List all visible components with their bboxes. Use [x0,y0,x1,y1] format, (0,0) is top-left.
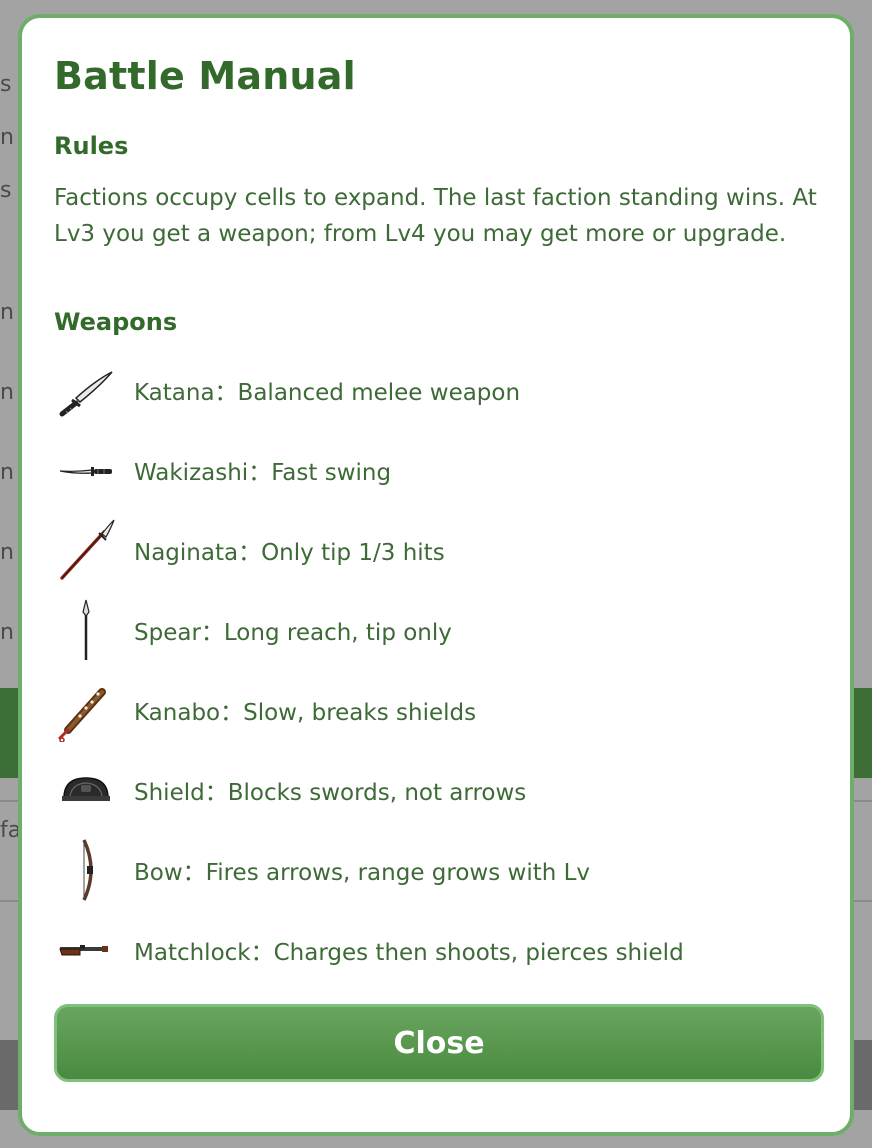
weapon-description: Spear：Long reach, tip only [134,620,452,646]
weapon-description: Katana：Balanced melee weapon [134,380,521,406]
background-text-fragment: s [0,178,12,203]
rules-heading: Rules [54,132,129,160]
background-text-fragment: n [0,380,14,405]
weapon-item-shield: Shield：Blocks swords, not arrows [54,750,824,830]
weapon-description: Matchlock：Charges then shoots, pierces s… [134,940,684,966]
wakizashi-icon [54,438,118,502]
background-text-fragment: n [0,125,14,150]
weapon-description: Shield：Blocks swords, not arrows [134,780,527,806]
weapon-description: Bow：Fires arrows, range grows with Lv [134,860,591,886]
background-text-fragment: s [0,72,12,97]
close-button[interactable]: Close [54,1004,824,1082]
kanabo-icon [54,678,118,742]
weapons-heading: Weapons [54,308,178,336]
weapon-item-matchlock: Matchlock：Charges then shoots, pierces s… [54,910,824,990]
background-text-fragment: n [0,620,14,645]
matchlock-icon [54,918,118,982]
weapon-item-spear: Spear：Long reach, tip only [54,590,824,670]
shield-icon [54,758,118,822]
rules-text: Factions occupy cells to expand. The las… [54,185,817,247]
dialog-title: Battle Manual [54,54,356,98]
background-text-fragment: fa [0,818,20,843]
weapon-item-naginata: Naginata：Only tip 1/3 hits [54,510,824,590]
weapon-item-katana: Katana：Balanced melee weapon [54,350,824,430]
weapon-item-kanabo: Kanabo：Slow, breaks shields [54,670,824,750]
weapon-item-wakizashi: Wakizashi：Fast swing [54,430,824,510]
background-text-fragment: n [0,460,14,485]
weapon-description: Wakizashi：Fast swing [134,460,392,486]
bow-icon [54,838,118,902]
battle-manual-dialog: Battle Manual Rules Factions occupy cell… [18,14,854,1136]
weapon-list: Katana：Balanced melee weapon Wakizashi：F… [54,350,824,990]
weapon-description: Kanabo：Slow, breaks shields [134,700,477,726]
background-text-fragment: n [0,540,14,565]
background-text-fragment: n [0,300,14,325]
katana-icon [54,358,118,422]
weapon-description: Naginata：Only tip 1/3 hits [134,540,445,566]
spear-icon [54,598,118,662]
naginata-icon [54,518,118,582]
weapon-item-bow: Bow：Fires arrows, range grows with Lv [54,830,824,910]
